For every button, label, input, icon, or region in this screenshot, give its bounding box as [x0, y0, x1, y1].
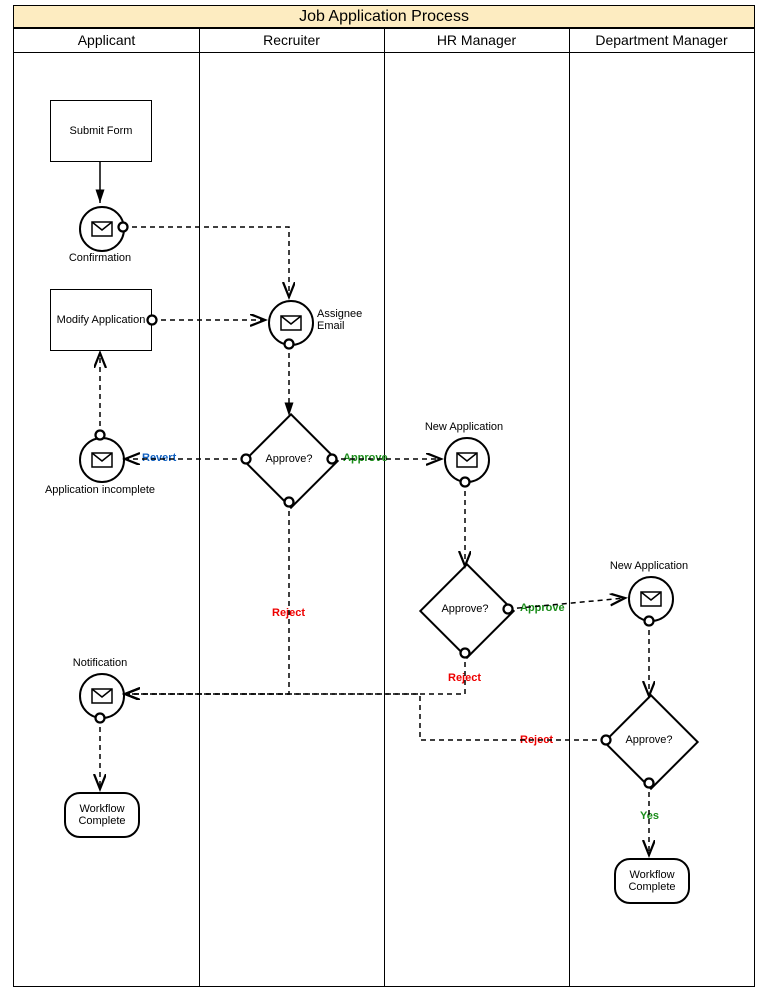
label-new-app-1: New Application [419, 421, 509, 433]
lane-body-applicant [14, 52, 200, 986]
event-confirmation [79, 206, 125, 252]
edge-label-revert: Revert [142, 452, 176, 464]
event-assignee-email [268, 300, 314, 346]
end-workflow-complete-2: Workflow Complete [614, 858, 690, 904]
event-app-incomplete [79, 437, 125, 483]
end-workflow-complete-1: Workflow Complete [64, 792, 140, 838]
lanes: Applicant Recruiter HR Manager Departmen… [13, 27, 755, 987]
lane-body-hr [384, 52, 570, 986]
label-notification: Notification [60, 657, 140, 669]
event-new-app-2 [628, 576, 674, 622]
edge-label-approve-2: Approve [520, 602, 565, 614]
edge-label-yes: Yes [640, 810, 659, 822]
diagram-container: Job Application Process Applicant Recrui… [0, 0, 762, 1000]
edge-label-reject-3: Reject [520, 734, 553, 746]
lane-body-dm [569, 52, 754, 986]
lane-header-applicant: Applicant [14, 28, 200, 53]
event-new-app-1 [444, 437, 490, 483]
label-new-app-2: New Application [604, 560, 694, 572]
lane-header-hr: HR Manager [384, 28, 570, 53]
gateway-approve-2: Approve? [420, 564, 510, 654]
edge-label-reject-2: Reject [448, 672, 481, 684]
label-assignee-email: Assignee Email [317, 308, 377, 332]
task-submit-form: Submit Form [50, 100, 152, 162]
gateway-approve-1: Approve? [244, 414, 334, 504]
lane-body-recruiter [199, 52, 385, 986]
edge-label-approve-1: Approve [343, 452, 388, 464]
gateway-approve-3: Approve? [604, 695, 694, 785]
label-app-incomplete: Application incomplete [40, 484, 160, 496]
edge-label-reject-1: Reject [272, 607, 305, 619]
lane-header-dm: Department Manager [569, 28, 754, 53]
event-notification [79, 673, 125, 719]
label-confirmation: Confirmation [60, 252, 140, 264]
title-bar: Job Application Process [13, 5, 755, 29]
task-modify-application: Modify Application [50, 289, 152, 351]
lane-header-recruiter: Recruiter [199, 28, 385, 53]
